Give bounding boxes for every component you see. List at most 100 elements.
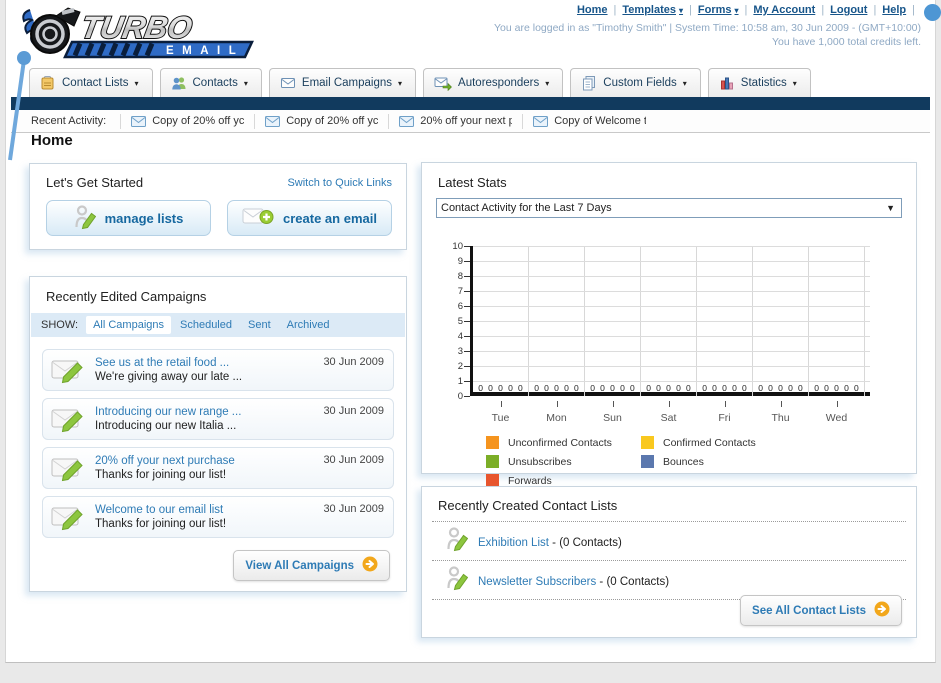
campaign-title-link[interactable]: Introducing our new range ... bbox=[95, 405, 241, 419]
manage-lists-button[interactable]: manage lists bbox=[46, 200, 211, 236]
stats-period-dropdown[interactable]: Contact Activity for the Last 7 Days ▼ bbox=[436, 198, 902, 218]
header-link[interactable]: Help bbox=[882, 4, 906, 16]
nav-tab[interactable]: Statistics ▾ bbox=[707, 68, 811, 97]
latest-stats-panel: Latest Stats Contact Activity for the La… bbox=[421, 162, 917, 487]
y-axis-tick-label: 8 bbox=[457, 271, 463, 282]
campaign-row[interactable]: Introducing our new range ... Introducin… bbox=[42, 398, 394, 440]
campaign-date: 30 Jun 2009 bbox=[323, 454, 384, 466]
bar-value-label: 0 bbox=[498, 383, 503, 393]
chevron-down-icon: ▾ bbox=[545, 78, 550, 88]
link-separator: | bbox=[689, 4, 692, 16]
y-axis-tick-label: 5 bbox=[457, 316, 463, 327]
gridline bbox=[473, 261, 870, 262]
campaign-row[interactable]: Welcome to our email list Thanks for joi… bbox=[42, 496, 394, 538]
see-all-contact-lists-button[interactable]: See All Contact Lists bbox=[740, 595, 902, 626]
campaign-list: See us at the retail food ... We're givi… bbox=[30, 337, 406, 538]
x-axis-tick bbox=[780, 401, 782, 407]
header-link[interactable]: My Account bbox=[753, 4, 815, 16]
nav-tab[interactable]: Email Campaigns ▾ bbox=[268, 68, 417, 97]
recent-activity-item[interactable]: Copy of 20% off yc bbox=[120, 113, 254, 129]
switch-quick-links[interactable]: Switch to Quick Links bbox=[287, 177, 392, 189]
campaign-filter[interactable]: Scheduled bbox=[180, 319, 232, 331]
bar-value-label: 0 bbox=[824, 383, 829, 393]
header-link-wrap: Logout | bbox=[830, 4, 882, 16]
header-link-wrap: Home | bbox=[577, 4, 622, 16]
campaign-title-link[interactable]: See us at the retail food ... bbox=[95, 356, 242, 370]
envelope-icon bbox=[399, 115, 415, 127]
campaign-title-link[interactable]: 20% off your next purchase bbox=[95, 454, 235, 468]
header-link[interactable]: Logout bbox=[830, 4, 867, 16]
zero-value-labels: 00000 bbox=[753, 383, 808, 393]
envelope-icon bbox=[131, 115, 147, 127]
arrow-circle-icon bbox=[362, 556, 378, 575]
nav-tab[interactable]: Autoresponders ▾ bbox=[423, 68, 564, 97]
recent-activity-item[interactable]: Copy of 20% off yc bbox=[254, 113, 388, 129]
bar-value-label: 0 bbox=[544, 383, 549, 393]
bar-value-label: 0 bbox=[676, 383, 681, 393]
y-axis-tick bbox=[464, 246, 470, 247]
logo-graphic: TURBO EMAIL bbox=[22, 7, 254, 59]
contact-list-row[interactable]: Exhibition List - (0 Contacts) bbox=[432, 522, 906, 561]
gridline bbox=[473, 306, 870, 307]
chevron-down-icon: ▾ bbox=[792, 78, 797, 88]
envelope-pen-icon bbox=[51, 454, 87, 482]
header-link[interactable]: Templates ▾ bbox=[622, 4, 683, 16]
zero-value-labels: 00000 bbox=[697, 383, 752, 393]
header-link[interactable]: Forms ▾ bbox=[698, 4, 739, 16]
person-pencil-icon bbox=[74, 204, 96, 233]
view-all-campaigns-button[interactable]: View All Campaigns bbox=[233, 550, 390, 581]
contact-lists-icon bbox=[40, 75, 56, 91]
recent-activity-item[interactable]: 20% off your next p bbox=[388, 113, 522, 129]
campaign-row[interactable]: See us at the retail food ... We're givi… bbox=[42, 349, 394, 391]
y-axis-tick bbox=[464, 276, 470, 277]
contact-list-link[interactable]: Newsletter Subscribers bbox=[478, 576, 596, 588]
chevron-down-icon: ▼ bbox=[886, 203, 895, 213]
gridline bbox=[473, 246, 870, 247]
campaign-filter[interactable]: Archived bbox=[287, 319, 330, 331]
campaign-filter[interactable]: Sent bbox=[248, 319, 271, 331]
create-email-button[interactable]: create an email bbox=[227, 200, 392, 236]
gridline bbox=[473, 321, 870, 322]
contact-activity-chart: 0 0 0 0 0 Tue 0 0 0 0 0 Mon 0 0 0 0 0 Sun 0 0 0 0 0 Sat 0 0 0 0 0 Fri… bbox=[452, 241, 870, 424]
nav-tab[interactable]: Custom Fields ▾ bbox=[570, 68, 701, 97]
chevron-down-icon: ▾ bbox=[398, 78, 403, 88]
campaign-filter[interactable]: All Campaigns bbox=[86, 316, 171, 334]
x-axis-day-label: Sat bbox=[660, 412, 677, 424]
y-axis-tick-label: 2 bbox=[457, 361, 463, 372]
contact-list-count: - (0 Contacts) bbox=[548, 536, 622, 549]
bar-value-label: 0 bbox=[732, 383, 737, 393]
chevron-down-icon: ▾ bbox=[134, 78, 139, 88]
y-axis-tick-label: 3 bbox=[457, 346, 463, 357]
nav-tab[interactable]: Contacts ▾ bbox=[159, 68, 262, 97]
link-separator: | bbox=[613, 4, 617, 16]
y-axis-tick bbox=[464, 336, 470, 337]
envelope-plus-icon bbox=[242, 206, 274, 231]
bar-value-label: 0 bbox=[610, 383, 615, 393]
bar-value-label: 0 bbox=[574, 383, 579, 393]
campaign-subtitle: We're giving away our late ... bbox=[95, 371, 243, 383]
contacts-icon bbox=[171, 75, 187, 91]
campaign-row[interactable]: 20% off your next purchase Thanks for jo… bbox=[42, 447, 394, 489]
envelope-pen-icon bbox=[51, 405, 87, 433]
header-link-wrap: Templates ▾ | bbox=[622, 4, 697, 16]
footer-strip bbox=[0, 665, 941, 683]
nav-tab[interactable]: Contact Lists ▾ bbox=[29, 68, 153, 97]
x-axis-tick bbox=[836, 401, 838, 407]
campaign-subtitle: Introducing our new Italia ... bbox=[95, 420, 237, 432]
main-navigation: Contact Lists ▾ Contacts ▾ Email Campaig… bbox=[11, 66, 930, 97]
contact-list-link[interactable]: Exhibition List bbox=[478, 537, 549, 549]
y-axis-tick bbox=[464, 366, 470, 367]
x-axis-day-label: Sun bbox=[603, 412, 622, 424]
y-axis-tick-label: 1 bbox=[457, 376, 463, 387]
header-link[interactable]: Home bbox=[577, 4, 608, 16]
contact-lists-panel-title: Recently Created Contact Lists bbox=[438, 498, 618, 513]
x-axis-day-label: Thu bbox=[771, 412, 790, 424]
bar-value-label: 0 bbox=[742, 383, 747, 393]
show-label: SHOW: bbox=[41, 319, 79, 331]
get-started-title: Let's Get Started bbox=[46, 175, 144, 190]
campaign-date: 30 Jun 2009 bbox=[323, 503, 384, 515]
recent-activity-item[interactable]: Copy of Welcome tc bbox=[522, 113, 656, 129]
recent-activity-label: Recent Activity: bbox=[31, 115, 107, 127]
campaign-title-link[interactable]: Welcome to our email list bbox=[95, 503, 226, 517]
login-status-text: You are logged in as "Timothy Smith" | S… bbox=[494, 22, 921, 34]
